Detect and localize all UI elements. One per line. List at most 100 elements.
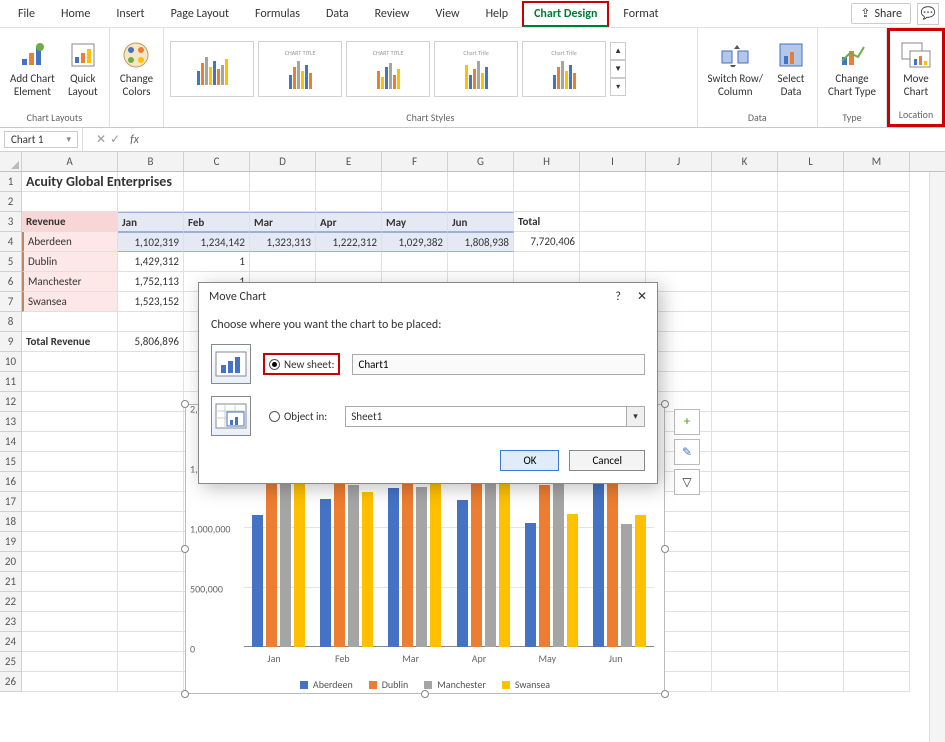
tab-format[interactable]: Format [611,1,670,27]
cell[interactable] [646,192,712,212]
col-header-H[interactable]: H [514,152,580,171]
chart-style-2[interactable]: CHART TITLE [258,41,342,97]
cell[interactable] [712,512,778,532]
col-header-A[interactable]: A [22,152,118,171]
row-header-13[interactable]: 13 [0,412,22,432]
tab-data[interactable]: Data [314,1,361,27]
cell[interactable]: Total Revenue [22,332,118,352]
cell[interactable] [778,532,844,552]
cell[interactable] [778,652,844,672]
chart-bar[interactable] [416,487,427,647]
cell[interactable]: Acuity Global Enterprises [22,172,118,192]
tab-home[interactable]: Home [49,1,102,27]
cell[interactable] [580,232,646,252]
chart-bar[interactable] [362,492,373,647]
cell[interactable]: 1,102,319 [118,232,184,252]
cell[interactable] [844,452,910,472]
legend-item[interactable]: Swansea [502,678,550,691]
cell[interactable] [646,172,712,192]
cell[interactable] [118,572,184,592]
cell[interactable] [712,632,778,652]
row-header-9[interactable]: 9 [0,332,22,352]
resize-handle[interactable] [181,690,189,698]
tab-review[interactable]: Review [363,1,422,27]
cell[interactable] [778,272,844,292]
cell[interactable] [118,432,184,452]
cell[interactable] [778,412,844,432]
cell[interactable]: Total [514,212,580,232]
cell[interactable] [118,612,184,632]
tab-file[interactable]: File [6,1,47,27]
object-in-combo[interactable]: Sheet1 ▾ [345,406,645,427]
col-header-D[interactable]: D [250,152,316,171]
cell[interactable] [118,312,184,332]
cell[interactable] [712,272,778,292]
cell[interactable]: Aberdeen [22,232,118,252]
row-header-23[interactable]: 23 [0,612,22,632]
cell[interactable] [712,492,778,512]
row-header-18[interactable]: 18 [0,512,22,532]
object-in-radio[interactable]: Object in: [263,408,333,425]
chart-bar[interactable] [525,523,536,647]
cell[interactable] [844,412,910,432]
chart-bar[interactable] [266,475,277,647]
row-header-24[interactable]: 24 [0,632,22,652]
row-header-19[interactable]: 19 [0,532,22,552]
cell[interactable] [778,212,844,232]
cell[interactable] [844,292,910,312]
resize-handle[interactable] [181,400,189,408]
cell[interactable] [712,312,778,332]
cell[interactable] [118,492,184,512]
fx-icon[interactable]: fx [130,133,139,147]
dialog-help-button[interactable]: ? [615,290,621,304]
cell[interactable] [118,412,184,432]
cell[interactable] [316,252,382,272]
chart-bar[interactable] [539,485,550,647]
row-header-22[interactable]: 22 [0,592,22,612]
cell[interactable] [580,172,646,192]
legend-item[interactable]: Dublin [369,678,409,691]
cell[interactable] [778,472,844,492]
tab-view[interactable]: View [424,1,472,27]
row-header-5[interactable]: 5 [0,252,22,272]
cancel-formula-icon[interactable]: ✕ [96,132,106,147]
tab-insert[interactable]: Insert [104,1,156,27]
cell[interactable] [844,652,910,672]
move-chart-button[interactable]: Move Chart [896,37,936,99]
cell[interactable] [514,252,580,272]
cell[interactable] [712,652,778,672]
cell[interactable] [778,352,844,372]
chart-bar[interactable] [348,485,359,647]
cell[interactable] [184,192,250,212]
cell[interactable] [844,232,910,252]
cell[interactable] [778,232,844,252]
col-header-K[interactable]: K [712,152,778,171]
change-chart-type-button[interactable]: Change Chart Type [824,37,880,99]
cell[interactable] [448,192,514,212]
select-data-button[interactable]: Select Data [771,37,811,99]
cell[interactable]: 1,323,313 [250,232,316,252]
cell[interactable] [778,252,844,272]
row-header-11[interactable]: 11 [0,372,22,392]
cell[interactable]: Manchester [22,272,118,292]
cell[interactable] [712,432,778,452]
cell[interactable] [646,212,712,232]
resize-handle[interactable] [661,400,669,408]
cell[interactable] [22,352,118,372]
cell[interactable] [778,372,844,392]
cell[interactable] [22,492,118,512]
cell[interactable] [844,612,910,632]
col-header-J[interactable]: J [646,152,712,171]
cell[interactable] [22,552,118,572]
col-header-F[interactable]: F [382,152,448,171]
cell[interactable] [844,332,910,352]
row-header-8[interactable]: 8 [0,312,22,332]
cell[interactable] [22,312,118,332]
vertical-scrollbar[interactable] [929,172,945,742]
cell[interactable] [118,392,184,412]
cell[interactable] [844,572,910,592]
cell[interactable] [22,512,118,532]
cell[interactable] [844,192,910,212]
cell[interactable] [712,352,778,372]
cell[interactable] [712,532,778,552]
